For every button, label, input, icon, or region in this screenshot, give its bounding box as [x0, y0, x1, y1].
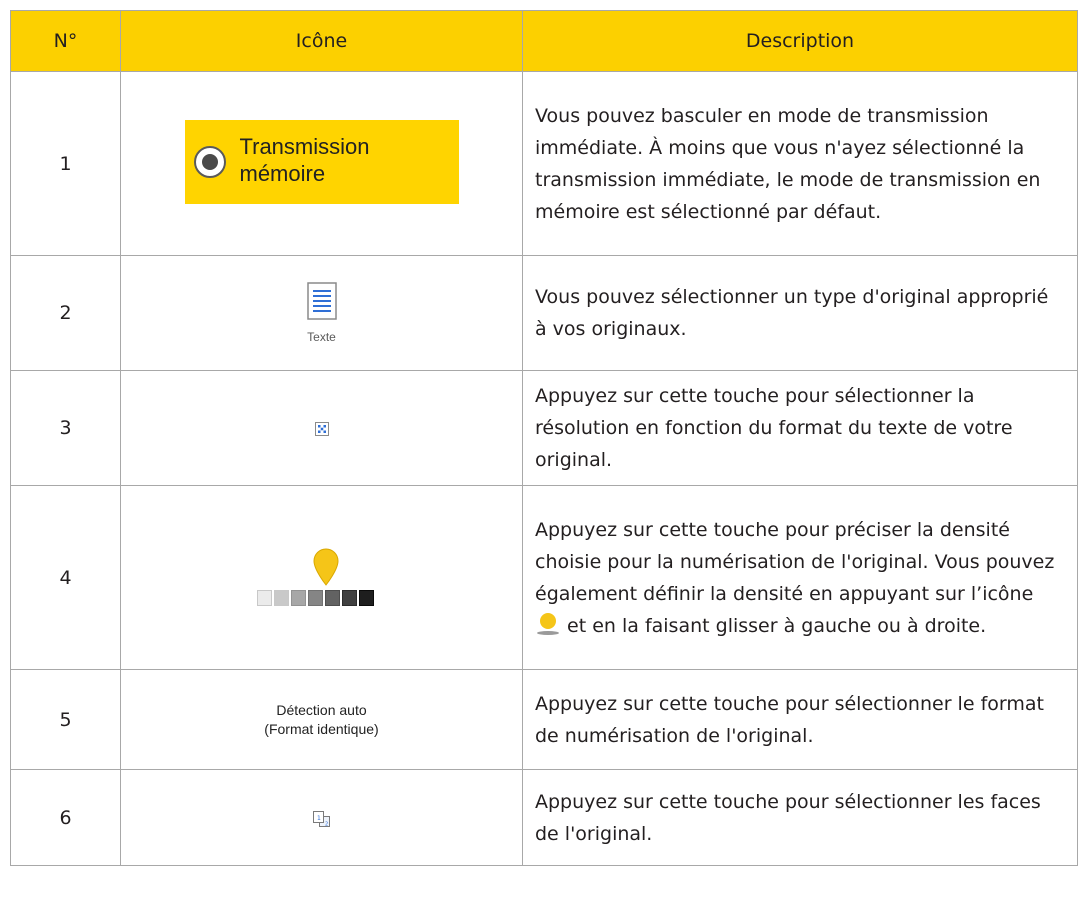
transmission-label-line2: mémoire [239, 160, 326, 186]
row-number: 1 [10, 71, 121, 256]
icon-description-table: N° Icône Description 1 Transmission mémo… [10, 10, 1078, 866]
header-number: N° [10, 10, 121, 72]
row-number: 3 [10, 370, 121, 486]
row-description: Appuyez sur cette touche pour sélectionn… [522, 769, 1078, 866]
density-step [273, 589, 289, 606]
row-icon-cell: Texte [120, 255, 523, 371]
description-part1: Appuyez sur cette touche pour préciser l… [535, 518, 1055, 605]
density-slider-icon [256, 546, 387, 606]
density-step [358, 589, 374, 606]
detection-label-line1: Détection auto [276, 701, 367, 718]
density-pin-icon [312, 548, 339, 586]
density-scale [256, 589, 374, 606]
row-icon-cell [120, 370, 523, 486]
row-icon-cell: Détection auto (Format identique) [120, 669, 523, 770]
row-number: 2 [10, 255, 121, 371]
table-header-row: N° Icône Description [10, 10, 1078, 72]
transmission-label-line1: Transmission [239, 133, 370, 159]
duplex-back-digit: 2 [325, 821, 328, 827]
text-document-icon [306, 282, 337, 320]
density-pin-inline-icon [537, 612, 559, 635]
detection-label-line2: (Format identique) [264, 720, 379, 737]
table-row: 3 Appuyez sur cette touche pour sélectio… [10, 370, 1078, 486]
row-number: 6 [10, 769, 121, 866]
row-number: 4 [10, 485, 121, 670]
density-step [290, 589, 306, 606]
table-row: 1 Transmission mémoire Vous pouvez bascu… [10, 71, 1078, 256]
table-row: 5 Détection auto (Format identique) Appu… [10, 669, 1078, 770]
header-description: Description [522, 10, 1078, 72]
density-step [256, 589, 272, 606]
row-icon-cell: Transmission mémoire [120, 71, 523, 256]
detection-auto-label: Détection auto (Format identique) [121, 701, 522, 739]
row-description: Vous pouvez basculer en mode de transmis… [522, 71, 1078, 256]
row-description: Appuyez sur cette touche pour sélectionn… [522, 370, 1078, 486]
row-icon-cell: 1 2 [120, 769, 523, 866]
duplex-front-digit: 1 [317, 815, 321, 822]
row-description: Appuyez sur cette touche pour sélectionn… [522, 669, 1078, 770]
header-icon: Icône [120, 10, 523, 72]
row-description: Appuyez sur cette touche pour préciser l… [522, 485, 1078, 670]
resolution-icon [314, 422, 329, 436]
density-step [307, 589, 323, 606]
density-step [341, 589, 357, 606]
transmission-memoire-button: Transmission mémoire [184, 119, 459, 204]
table-row: 4 Appuyez sur cette touche pour préciser… [10, 485, 1078, 670]
row-number: 5 [10, 669, 121, 770]
row-icon-cell [120, 485, 523, 670]
description-part2: et en la faisant glisser à gauche ou à d… [561, 614, 987, 637]
row-description: Vous pouvez sélectionner un type d'origi… [522, 255, 1078, 371]
text-icon-caption: Texte [307, 330, 336, 344]
table-row: 6 1 2 Appuyez sur cette touche pour séle… [10, 769, 1078, 866]
transmission-label: Transmission mémoire [240, 133, 370, 187]
radio-selected-icon [193, 145, 226, 178]
density-step [324, 589, 340, 606]
duplex-original-icon: 1 2 [312, 810, 330, 827]
table-row: 2 Texte Vous pouvez sélectionner un type… [10, 255, 1078, 371]
